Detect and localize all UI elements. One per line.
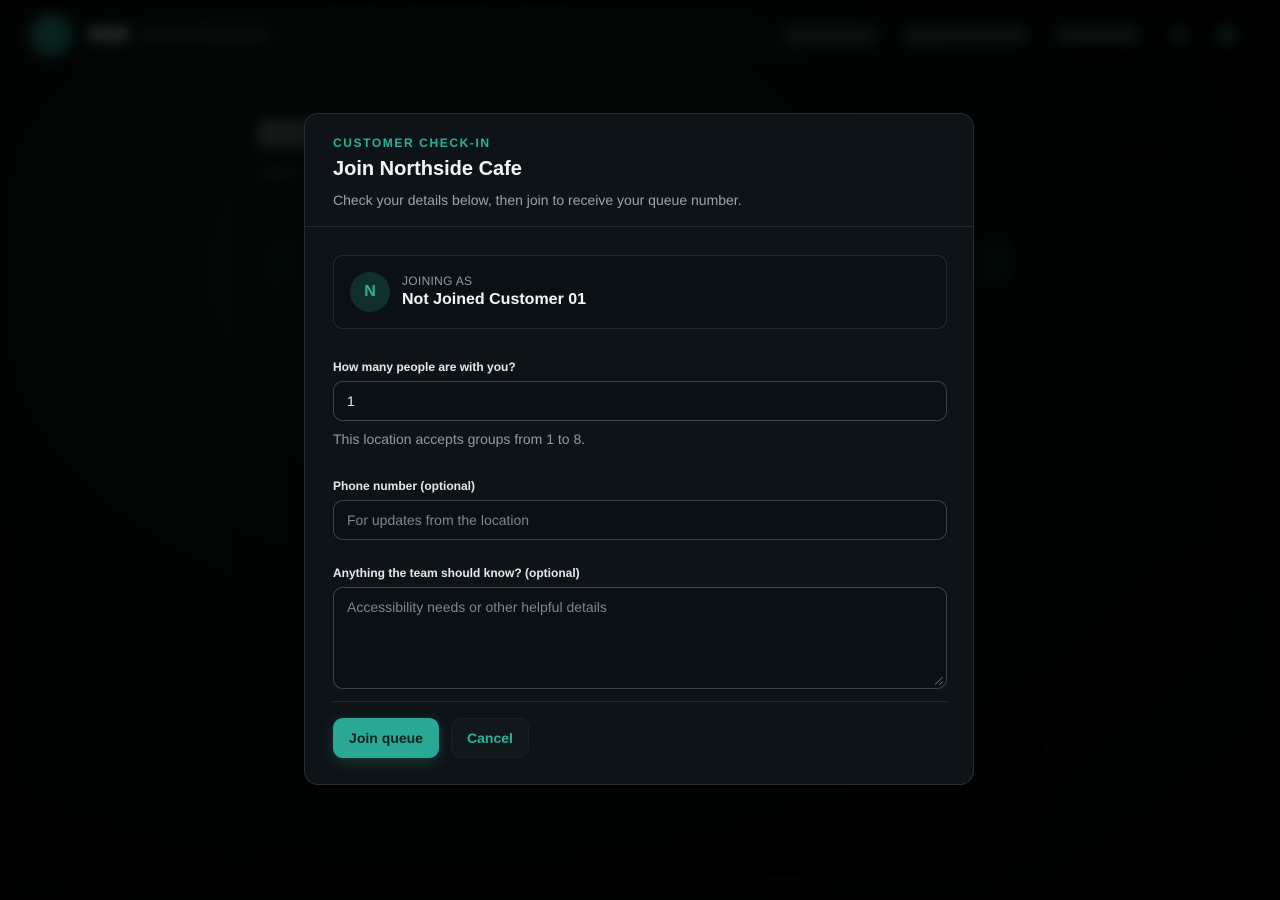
notes-label: Anything the team should know? (optional… (333, 566, 580, 580)
dialog-eyebrow: CUSTOMER CHECK-IN (333, 136, 491, 150)
dialog-title: Join Northside Cafe (333, 158, 522, 180)
party-size-input[interactable]: 1 (333, 381, 947, 421)
customer-name: Not Joined Customer 01 (402, 291, 587, 308)
phone-placeholder: For updates from the location (347, 512, 530, 528)
actions-divider (333, 701, 947, 702)
join-queue-button[interactable]: Join queue (333, 718, 439, 758)
cancel-button[interactable]: Cancel (451, 718, 529, 758)
phone-input[interactable]: For updates from the location (333, 500, 947, 540)
dialog-body: N JOINING AS Not Joined Customer 01 How … (305, 227, 973, 702)
join-queue-dialog: CUSTOMER CHECK-IN Join Northside Cafe Ch… (304, 113, 974, 785)
party-size-hint: This location accepts groups from 1 to 8… (333, 431, 586, 447)
party-size-label: How many people are with you? (333, 360, 516, 374)
joining-as-label: JOINING AS (402, 274, 473, 288)
party-size-value: 1 (347, 393, 355, 409)
joining-as-card: N JOINING AS Not Joined Customer 01 (333, 255, 947, 329)
notes-placeholder: Accessibility needs or other helpful det… (347, 599, 607, 615)
dialog-description: Check your details below, then join to r… (333, 192, 742, 208)
resize-handle-icon[interactable] (935, 677, 943, 685)
dialog-header: CUSTOMER CHECK-IN Join Northside Cafe Ch… (305, 114, 973, 227)
phone-label: Phone number (optional) (333, 479, 475, 493)
avatar: N (350, 272, 390, 312)
notes-textarea[interactable]: Accessibility needs or other helpful det… (333, 587, 947, 689)
